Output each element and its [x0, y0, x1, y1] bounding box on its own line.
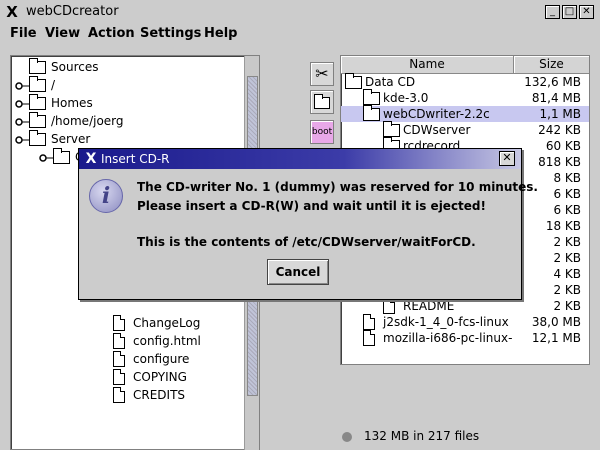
column-header-name[interactable]: Name — [341, 56, 514, 74]
dialog-close-button[interactable]: ✕ — [499, 151, 515, 166]
menu-view[interactable]: View — [45, 26, 80, 42]
window-titlebar[interactable]: X webCDcreator _ □ ✕ — [0, 0, 600, 24]
list-item-size: 818 KB — [538, 155, 581, 169]
close-button[interactable]: ✕ — [579, 5, 594, 19]
folder-icon — [363, 105, 380, 121]
folder-icon — [29, 112, 46, 128]
folder-icon — [363, 89, 380, 105]
menu-bar: File View Action Settings Help — [0, 24, 600, 44]
menu-file[interactable]: File — [10, 26, 37, 42]
maximize-button[interactable]: □ — [562, 5, 577, 19]
list-item-size: 4 KB — [553, 267, 581, 281]
menu-help[interactable]: Help — [204, 26, 237, 42]
folder-icon — [29, 130, 46, 146]
list-item-size: 2 KB — [553, 235, 581, 249]
folder-icon — [29, 58, 46, 74]
expand-toggle-icon[interactable] — [15, 97, 29, 109]
tree-item-label: CREDITS — [133, 388, 186, 402]
list-item-name: README — [403, 299, 455, 313]
dialog-message-line2: Please insert a CD-R(W) and wait until i… — [137, 199, 486, 213]
status-text: 132 MB in 217 files — [364, 429, 480, 443]
folder-icon — [345, 73, 362, 89]
list-item-name: webCDwriter-2.2c — [383, 107, 490, 121]
info-icon: i — [89, 179, 123, 213]
menu-settings[interactable]: Settings — [140, 26, 201, 42]
file-icon — [383, 298, 395, 314]
x-logo-icon: X — [85, 151, 97, 167]
list-item[interactable]: Data CD 132,6 MB — [341, 73, 589, 90]
dialog-titlebar[interactable]: X Insert CD-R ✕ — [79, 149, 521, 169]
list-item-size: 6 KB — [553, 203, 581, 217]
folder-icon — [314, 94, 330, 109]
folder-icon — [29, 94, 46, 110]
tree-item-label: /home/joerg — [51, 114, 124, 128]
list-item[interactable]: j2sdk-1_4_0-fcs-linux 38,0 MB — [341, 314, 589, 330]
list-item[interactable]: kde-3.0 81,4 MB — [341, 89, 589, 106]
list-item[interactable]: README 2 KB — [341, 298, 589, 314]
list-item-size: 2 KB — [553, 251, 581, 265]
status-indicator — [342, 432, 352, 442]
tree-item-label: ChangeLog — [133, 316, 201, 330]
list-item-size: 60 KB — [545, 139, 581, 153]
list-item-size: 18 KB — [545, 219, 581, 233]
folder-icon — [383, 121, 400, 137]
list-item-size: 242 KB — [538, 123, 581, 137]
file-icon — [113, 387, 125, 403]
list-item-size: 2 KB — [553, 299, 581, 313]
dialog-title: Insert CD-R — [101, 152, 170, 166]
file-icon — [363, 330, 375, 346]
file-icon — [113, 333, 125, 349]
tree-item-label: Homes — [51, 96, 93, 110]
boot-button[interactable]: boot — [310, 120, 334, 144]
dialog-message-line3: This is the contents of /etc/CDWserver/w… — [137, 235, 476, 249]
expand-toggle-icon[interactable] — [15, 79, 29, 91]
new-folder-button[interactable] — [310, 90, 334, 114]
list-item[interactable]: webCDwriter-2.2c 1,1 MB — [341, 105, 589, 122]
folder-icon — [29, 76, 46, 92]
tree-item-label: Sources — [51, 60, 99, 74]
tree-item-label: COPYING — [133, 370, 187, 384]
tree-item-label: configure — [133, 352, 190, 366]
list-item-name: kde-3.0 — [383, 91, 429, 105]
insert-cd-dialog: X Insert CD-R ✕ i The CD-writer No. 1 (d… — [78, 148, 538, 300]
file-icon — [113, 369, 125, 385]
list-item-size: 1,1 MB — [539, 107, 581, 121]
list-item-size: 2 KB — [553, 283, 581, 297]
list-item-name: j2sdk-1_4_0-fcs-linux — [383, 315, 509, 329]
file-icon — [363, 314, 375, 330]
list-item-size: 12,1 MB — [531, 331, 581, 345]
cut-button[interactable]: ✂ — [310, 62, 334, 86]
list-item[interactable]: CDWserver 242 KB — [341, 121, 589, 138]
expand-toggle-icon[interactable] — [15, 133, 29, 145]
list-item[interactable]: mozilla-i686-pc-linux- 12,1 MB — [341, 330, 589, 346]
list-item-size: 132,6 MB — [524, 75, 581, 89]
file-icon — [113, 351, 125, 367]
list-item-size: 6 KB — [553, 187, 581, 201]
expand-toggle-icon[interactable] — [15, 115, 29, 127]
list-item-size: 81,4 MB — [531, 91, 581, 105]
list-item-size: 8 KB — [553, 171, 581, 185]
list-item-size: 38,0 MB — [531, 315, 581, 329]
cancel-button[interactable]: Cancel — [267, 259, 329, 285]
file-icon — [113, 315, 125, 331]
window-title: webCDcreator — [26, 4, 119, 19]
list-item-name: Data CD — [365, 75, 416, 89]
tree-item-label: / — [51, 78, 56, 92]
list-item-name: mozilla-i686-pc-linux- — [383, 331, 513, 345]
column-header-size[interactable]: Size — [514, 56, 589, 74]
dialog-message-line1: The CD-writer No. 1 (dummy) was reserved… — [137, 180, 538, 194]
folder-icon — [53, 148, 70, 164]
tree-item-label: Server — [51, 132, 91, 146]
menu-action[interactable]: Action — [88, 26, 135, 42]
expand-toggle-icon[interactable] — [39, 151, 53, 163]
x-logo-icon: X — [6, 3, 18, 21]
tree-item-label: config.html — [133, 334, 201, 348]
minimize-button[interactable]: _ — [545, 5, 560, 19]
list-item-name: CDWserver — [403, 123, 471, 137]
